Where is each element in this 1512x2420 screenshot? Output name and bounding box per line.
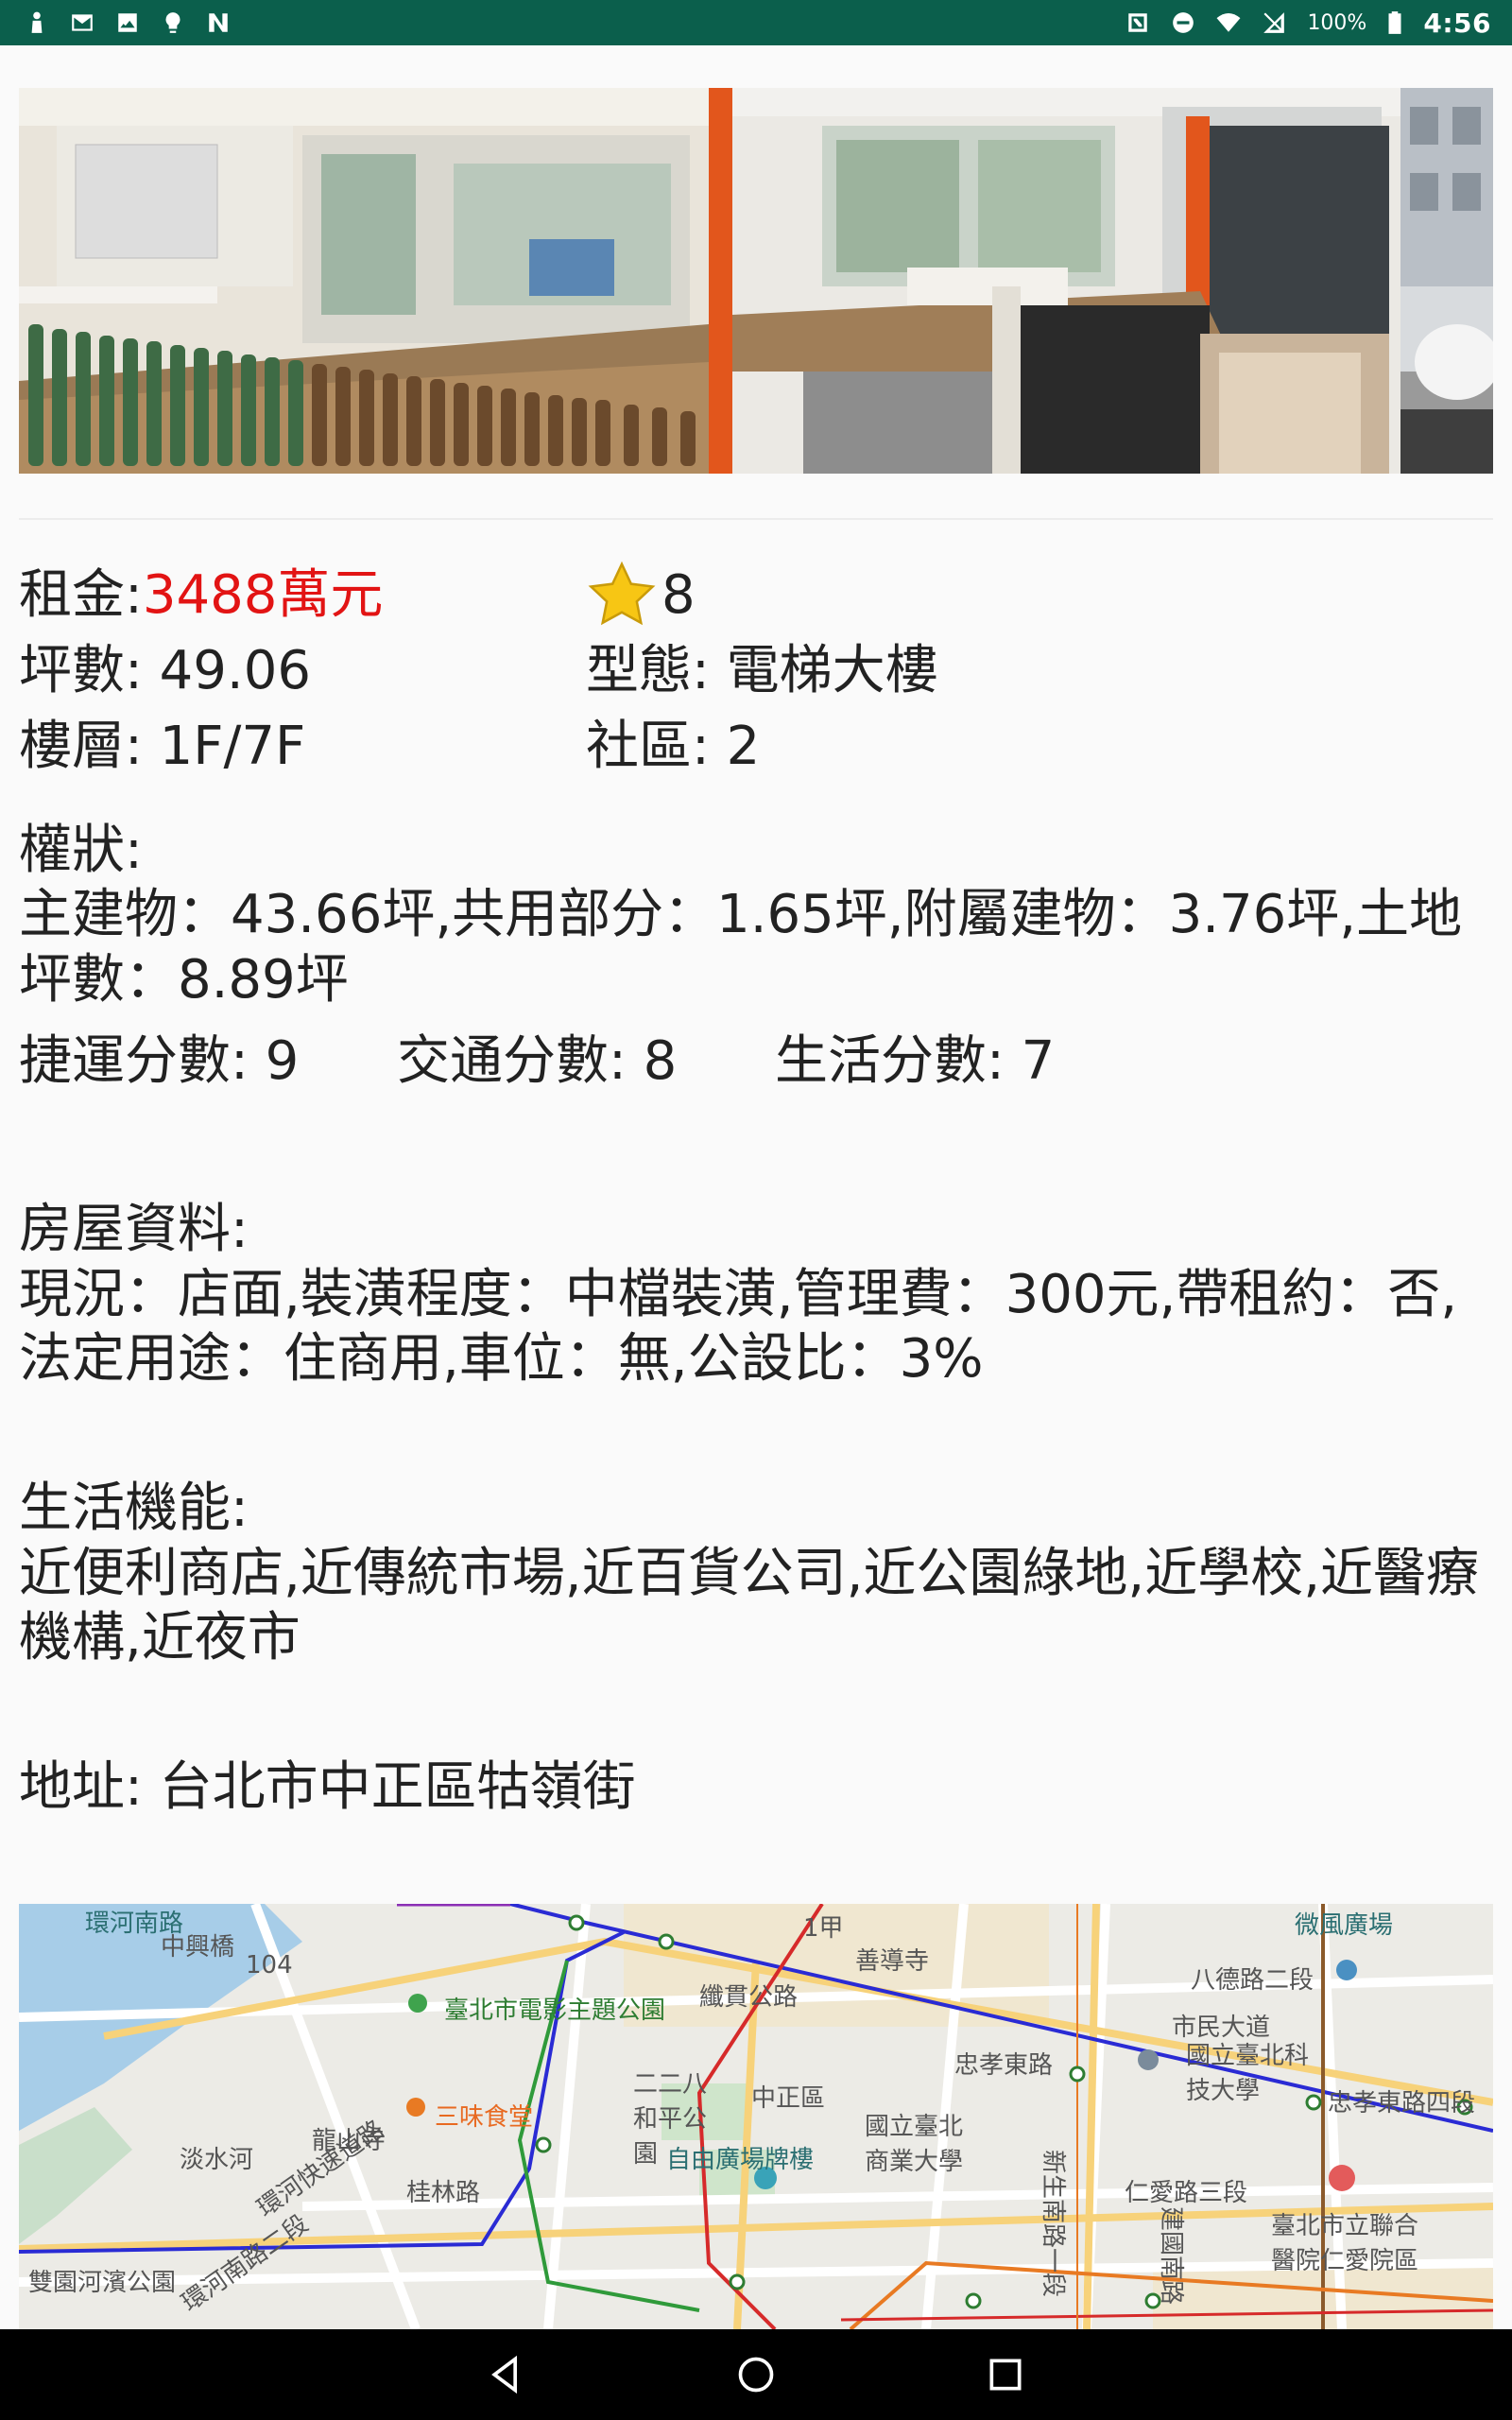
community-text: 社區: 2 [586, 715, 761, 777]
map-label: 三味食堂 [435, 2103, 534, 2132]
navigation-bar [0, 2329, 1512, 2420]
floor-text: 樓層: 1F/7F [19, 715, 306, 777]
image-icon [115, 10, 140, 35]
map-view[interactable]: 環河南路 中興橋 104 臺北市電影主題公園 1甲 善導寺 微風廣場 八德路二段… [19, 1904, 1493, 2329]
map-label: 1甲 [803, 1914, 844, 1943]
traffic-score: 交通分數: 8 [397, 1029, 678, 1092]
map-label: 仁愛路三段 [1125, 2179, 1248, 2207]
rent-value: 3488萬元 [142, 563, 384, 626]
area-text: 坪數: 49.06 [19, 639, 311, 701]
home-icon[interactable] [735, 2354, 777, 2395]
house-body: 現況：店面,裝潢程度：中檔裝潢,管理費：300元,帶租約：否,法定用途：住商用,… [19, 1263, 1458, 1390]
map-label: 國立臺北商業大學 [865, 2113, 964, 2176]
map-label: 桂林路 [406, 2179, 481, 2207]
battery-icon [1387, 10, 1402, 35]
photo-gallery[interactable] [19, 88, 1493, 474]
map-label: 淡水河 [180, 2146, 254, 2174]
gallery-photo-2[interactable] [709, 88, 1400, 474]
star-icon[interactable] [586, 560, 658, 631]
address-text: 地址: 台北市中正區牯嶺街 [19, 1756, 636, 1819]
gallery-photo-3[interactable] [1400, 88, 1493, 474]
ownership-title: 權狀: [19, 820, 143, 881]
map-label: 104 [246, 1951, 293, 1979]
back-icon[interactable] [486, 2354, 527, 2395]
rent-label: 租金: [19, 563, 143, 626]
map-label: 善導寺 [855, 1947, 930, 1976]
signal-icon [1262, 10, 1286, 35]
amenity-section: 生活機能: 近便利商店,近傳統市場,近百貨公司,近公園綠地,近學校,近醫療機構,… [19, 1477, 1493, 1670]
map-label: 臺北市立聯合醫院仁愛院區 [1271, 2212, 1419, 2275]
map-label: 忠孝東路四段 [1328, 2089, 1476, 2118]
map-label: 自由廣場牌樓 [666, 2146, 815, 2174]
rating-value: 8 [662, 563, 696, 626]
map-label: 雙園河濱公園 [28, 2269, 177, 2297]
map-label: 微風廣場 [1295, 1911, 1394, 1940]
wifi-icon [1216, 10, 1241, 35]
rent-row: 租金: 3488萬元 [19, 558, 586, 633]
amenity-body: 近便利商店,近傳統市場,近百貨公司,近公園綠地,近學校,近醫療機構,近夜市 [19, 1542, 1480, 1668]
map-label: 纖貫公路 [699, 1983, 799, 2012]
nfc-app-icon [206, 10, 231, 35]
dnd-icon [1171, 10, 1195, 35]
bulb-icon [161, 10, 185, 35]
type-text: 型態: 電梯大樓 [586, 639, 938, 701]
map-label: 八德路二段 [1191, 1966, 1314, 1995]
rating: 8 [586, 558, 1436, 633]
mrt-score: 捷運分數: 9 [19, 1029, 300, 1092]
amenity-title: 生活機能: [19, 1478, 249, 1540]
status-notifications [25, 10, 231, 35]
map-label: 建國南路 [1157, 2206, 1185, 2306]
house-section: 房屋資料: 現況：店面,裝潢程度：中檔裝潢,管理費：300元,帶租約：否,法定用… [19, 1198, 1493, 1392]
map-label: 國立臺北科技大學 [1186, 2042, 1310, 2105]
house-title: 房屋資料: [19, 1199, 249, 1261]
mail-icon [70, 10, 94, 35]
map-label: 中興橋 [161, 1933, 235, 1962]
map-label: 臺北市電影主題公園 [444, 1996, 666, 2025]
ownership-body: 主建物：43.66坪,共用部分：1.65坪,附屬建物：3.76坪,土地坪數：8.… [19, 884, 1463, 1011]
nfc-icon [1125, 10, 1150, 35]
life-score: 生活分數: 7 [775, 1029, 1056, 1092]
ownership-section: 權狀: 主建物：43.66坪,共用部分：1.65坪,附屬建物：3.76坪,土地坪… [19, 819, 1493, 1012]
clock: 4:56 [1423, 7, 1491, 39]
status-system: 100% 4:56 [1125, 8, 1491, 39]
status-bar: 100% 4:56 [0, 0, 1512, 45]
battery-percent: 100% [1307, 10, 1367, 35]
person-icon [25, 10, 49, 35]
map-label: 忠孝東路 [954, 2051, 1054, 2080]
scores-row: 捷運分數: 9 交通分數: 8 生活分數: 7 [19, 1029, 1493, 1094]
map-label: 新生南路一段 [1039, 2150, 1067, 2298]
recents-icon[interactable] [985, 2354, 1026, 2395]
listing-details: 租金: 3488萬元 8 坪數: 49.06 型態: 電梯大樓 樓層: 1F/7F… [19, 558, 1493, 1820]
gallery-photo-1[interactable] [19, 88, 709, 474]
map-label: 中正區 [751, 2084, 826, 2113]
divider [19, 518, 1493, 520]
